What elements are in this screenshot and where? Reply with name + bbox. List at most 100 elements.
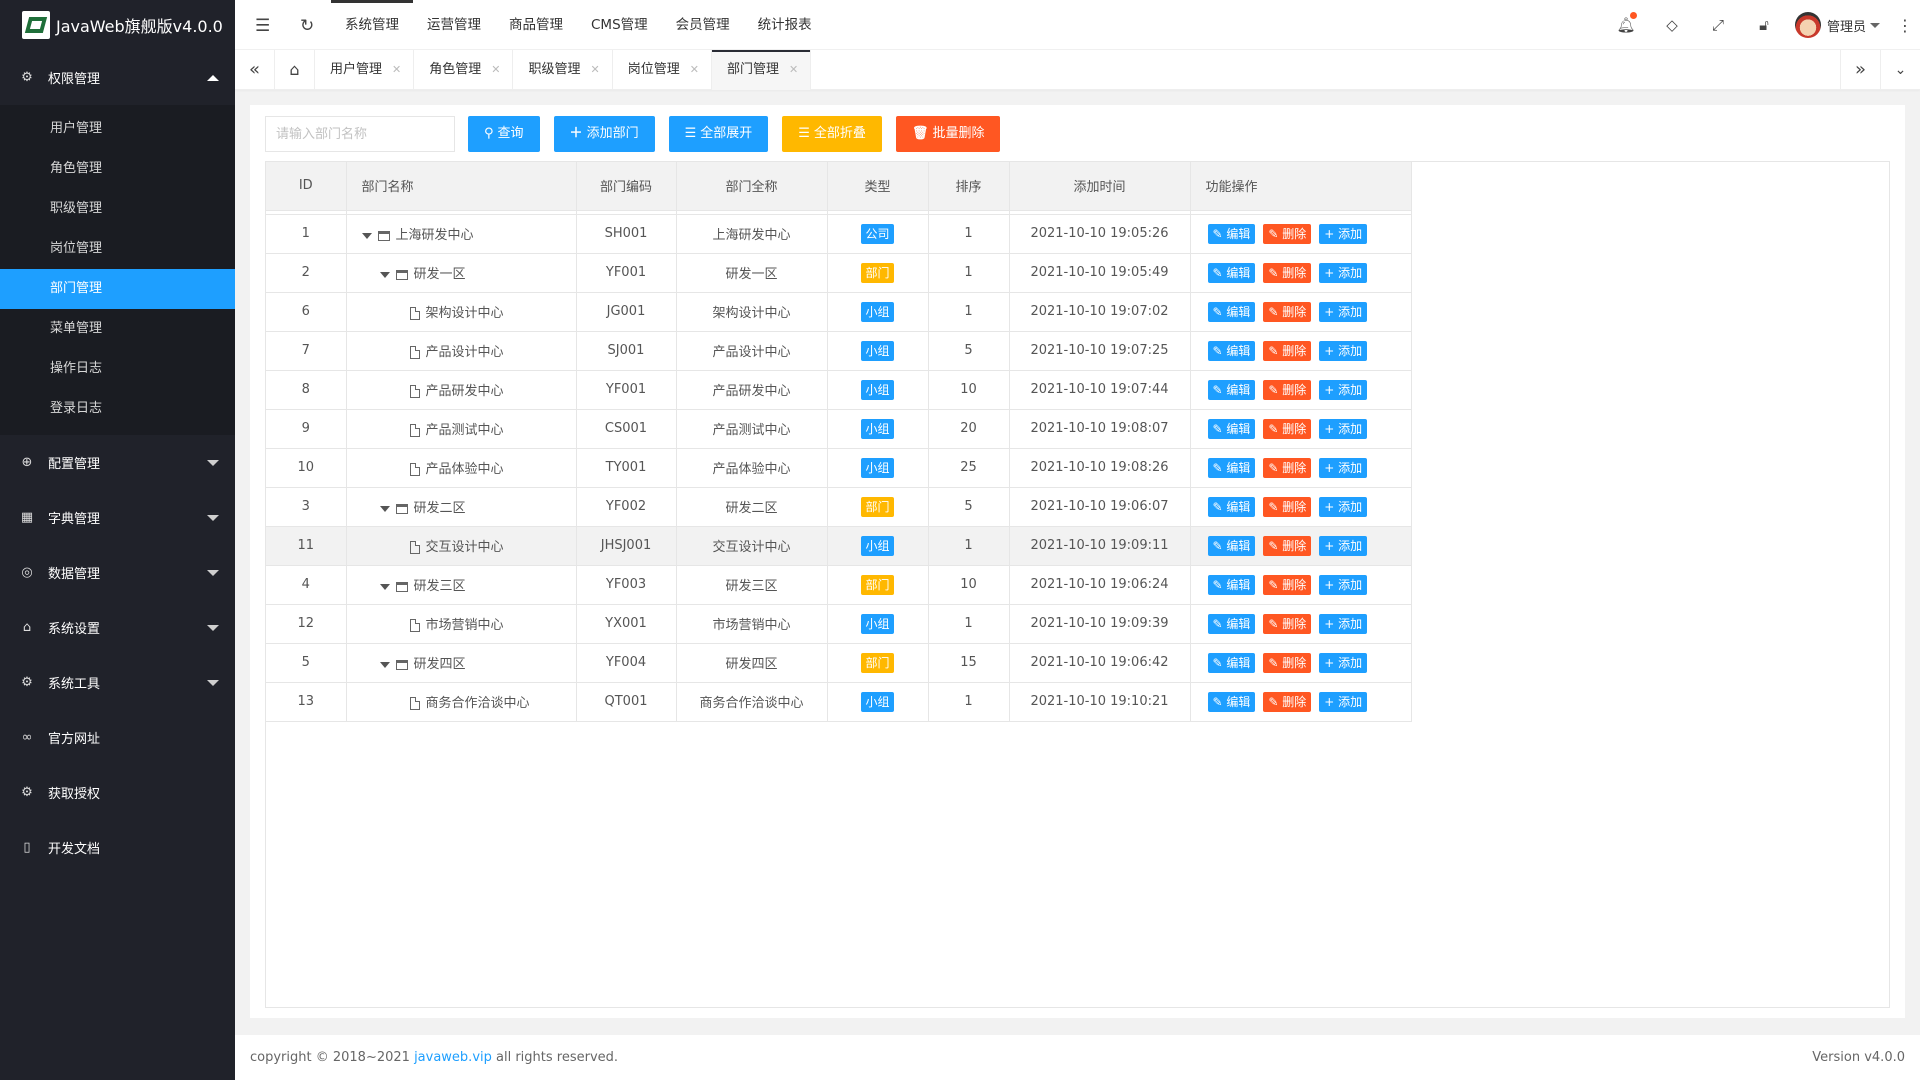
batch-delete-button[interactable]: 🗑︎ 批量删除 (895, 116, 1001, 152)
sidebar-item[interactable]: 角色管理 (0, 149, 235, 189)
add-child-button[interactable]: + 添加 (1319, 418, 1368, 439)
delete-button[interactable]: ✎ 删除 (1263, 379, 1312, 400)
website-link[interactable]: javaweb.vip (414, 1050, 492, 1065)
table-row[interactable]: 6 架构设计中心 JG001 架构设计中心 小组 1 2021-10-10 19:07:02… (266, 292, 1412, 332)
top-nav-item[interactable]: CMS管理 (577, 0, 662, 50)
tabs-scroll-right-icon[interactable]: » (1840, 50, 1880, 90)
close-icon[interactable]: ✕ (590, 50, 599, 90)
delete-button[interactable]: ✎ 删除 (1263, 535, 1312, 556)
sidebar-group-1[interactable]: ⊕ 配置管理 (0, 435, 235, 490)
bell-icon[interactable]: 🔔︎ (1603, 12, 1649, 34)
sidebar-group-6[interactable]: ∞ 官方网址 (0, 710, 235, 765)
edit-button[interactable]: ✎ 编辑 (1207, 262, 1256, 283)
table-row[interactable]: 1 上海研发中心 SH001 上海研发中心 公司 1 2021-10-10 19:05:26… (266, 214, 1412, 254)
edit-button[interactable]: ✎ 编辑 (1207, 691, 1256, 712)
edit-button[interactable]: ✎ 编辑 (1207, 652, 1256, 673)
sidebar-item[interactable]: 职级管理 (0, 189, 235, 229)
delete-button[interactable]: ✎ 删除 (1263, 496, 1312, 517)
table-row[interactable]: 8 产品研发中心 YF001 产品研发中心 小组 10 2021-10-10 19:07:4… (266, 370, 1412, 410)
delete-button[interactable]: ✎ 删除 (1263, 691, 1312, 712)
add-department-button[interactable]: ＋添加部门 (553, 116, 655, 152)
table-row[interactable]: 12 市场营销中心 YX001 市场营销中心 小组 1 2021-10-10 19:09:3… (266, 604, 1412, 644)
table-row[interactable]: 9 产品测试中心 CS001 产品测试中心 小组 20 2021-10-10 19:08:0… (266, 409, 1412, 449)
close-icon[interactable]: ✕ (690, 50, 699, 90)
table-row[interactable]: 10 产品体验中心 TY001 产品体验中心 小组 25 2021-10-10 19:08:… (266, 448, 1412, 488)
caret-down-icon[interactable] (379, 271, 390, 278)
sidebar-group-0[interactable]: ⚙ 权限管理 (0, 50, 235, 105)
sidebar-item[interactable]: 菜单管理 (0, 309, 235, 349)
add-child-button[interactable]: + 添加 (1319, 574, 1368, 595)
caret-down-icon[interactable] (361, 232, 372, 239)
add-child-button[interactable]: + 添加 (1319, 535, 1368, 556)
table-row[interactable]: 4 研发三区 YF003 研发三区 部门 10 2021-10-10 19:06:24 ✎ 编… (266, 565, 1412, 605)
edit-button[interactable]: ✎ 编辑 (1207, 574, 1256, 595)
add-child-button[interactable]: + 添加 (1319, 340, 1368, 361)
delete-button[interactable]: ✎ 删除 (1263, 340, 1312, 361)
caret-down-icon[interactable] (379, 505, 390, 512)
tabs-scroll-left-icon[interactable]: « (235, 50, 275, 90)
sidebar-item[interactable]: 用户管理 (0, 109, 235, 149)
add-child-button[interactable]: + 添加 (1319, 262, 1368, 283)
top-nav-item[interactable]: 统计报表 (744, 0, 826, 50)
delete-button[interactable]: ✎ 删除 (1263, 301, 1312, 322)
edit-button[interactable]: ✎ 编辑 (1207, 496, 1256, 517)
edit-button[interactable]: ✎ 编辑 (1207, 379, 1256, 400)
edit-button[interactable]: ✎ 编辑 (1207, 223, 1256, 244)
table-row[interactable]: 7 产品设计中心 SJ001 产品设计中心 小组 5 2021-10-10 19:07:25… (266, 331, 1412, 371)
sidebar-item[interactable]: 登录日志 (0, 389, 235, 429)
table-row[interactable]: 2 研发一区 YF001 研发一区 部门 1 2021-10-10 19:05:49 ✎ 编辑… (266, 253, 1412, 293)
tab[interactable]: 部门管理 ✕ (711, 50, 812, 90)
tab[interactable]: 职级管理 ✕ (513, 50, 613, 90)
add-child-button[interactable]: + 添加 (1319, 691, 1368, 712)
table-row[interactable]: 3 研发二区 YF002 研发二区 部门 5 2021-10-10 19:06:07 ✎ 编辑… (266, 487, 1412, 527)
sidebar-item[interactable]: 操作日志 (0, 349, 235, 389)
edit-button[interactable]: ✎ 编辑 (1207, 340, 1256, 361)
sidebar-item[interactable]: 部门管理 (0, 269, 235, 309)
delete-button[interactable]: ✎ 删除 (1263, 613, 1312, 634)
fullscreen-icon[interactable]: ⤢ (1695, 16, 1741, 34)
menu-toggle-icon[interactable]: ☰ (255, 16, 270, 36)
sidebar-group-3[interactable]: ◎ 数据管理 (0, 545, 235, 600)
edit-button[interactable]: ✎ 编辑 (1207, 418, 1256, 439)
sidebar-item[interactable]: 岗位管理 (0, 229, 235, 269)
sidebar-group-5[interactable]: ⚙ 系统工具 (0, 655, 235, 710)
edit-button[interactable]: ✎ 编辑 (1207, 457, 1256, 478)
tag-icon[interactable]: ◇ (1649, 16, 1695, 34)
caret-down-icon[interactable] (379, 583, 390, 590)
delete-button[interactable]: ✎ 删除 (1263, 418, 1312, 439)
lock-icon[interactable]: 🔓︎ (1741, 16, 1787, 34)
user-menu[interactable]: 管理员 (1794, 12, 1880, 38)
logo[interactable]: JavaWeb旗舰版v4.0.0 (0, 0, 235, 50)
refresh-icon[interactable]: ↻ (300, 16, 314, 36)
tab[interactable]: 角色管理 ✕ (414, 50, 514, 90)
delete-button[interactable]: ✎ 删除 (1263, 574, 1312, 595)
add-child-button[interactable]: + 添加 (1319, 301, 1368, 322)
add-child-button[interactable]: + 添加 (1319, 223, 1368, 244)
add-child-button[interactable]: + 添加 (1319, 652, 1368, 673)
expand-all-button[interactable]: ☰ 全部展开 (668, 116, 769, 152)
caret-down-icon[interactable] (379, 661, 390, 668)
tabs-menu-icon[interactable]: ⌄ (1880, 50, 1920, 90)
home-tab-icon[interactable]: ⌂ (275, 50, 315, 90)
sidebar-group-2[interactable]: ▦ 字典管理 (0, 490, 235, 545)
department-search-input[interactable] (265, 116, 455, 152)
table-row[interactable]: 11 交互设计中心 JHSJ001 交互设计中心 小组 1 2021-10-10 19:09… (266, 526, 1412, 566)
sidebar-group-8[interactable]: ▯ 开发文档 (0, 820, 235, 875)
top-nav-item[interactable]: 会员管理 (662, 0, 744, 50)
delete-button[interactable]: ✎ 删除 (1263, 223, 1312, 244)
query-button[interactable]: ⚲ 查询 (468, 116, 540, 152)
close-icon[interactable]: ✕ (789, 50, 798, 90)
edit-button[interactable]: ✎ 编辑 (1207, 301, 1256, 322)
edit-button[interactable]: ✎ 编辑 (1207, 535, 1256, 556)
delete-button[interactable]: ✎ 删除 (1263, 652, 1312, 673)
table-row[interactable]: 5 研发四区 YF004 研发四区 部门 15 2021-10-10 19:06:42 ✎ 编… (266, 643, 1412, 683)
collapse-all-button[interactable]: ☰ 全部折叠 (782, 116, 882, 152)
sidebar-group-4[interactable]: ⌂ 系统设置 (0, 600, 235, 655)
add-child-button[interactable]: + 添加 (1319, 496, 1368, 517)
tab[interactable]: 用户管理 ✕ (315, 50, 415, 90)
delete-button[interactable]: ✎ 删除 (1263, 457, 1312, 478)
add-child-button[interactable]: + 添加 (1319, 379, 1368, 400)
more-icon[interactable]: ⋮ (1890, 16, 1920, 35)
top-nav-item[interactable]: 运营管理 (413, 0, 495, 50)
add-child-button[interactable]: + 添加 (1319, 613, 1368, 634)
